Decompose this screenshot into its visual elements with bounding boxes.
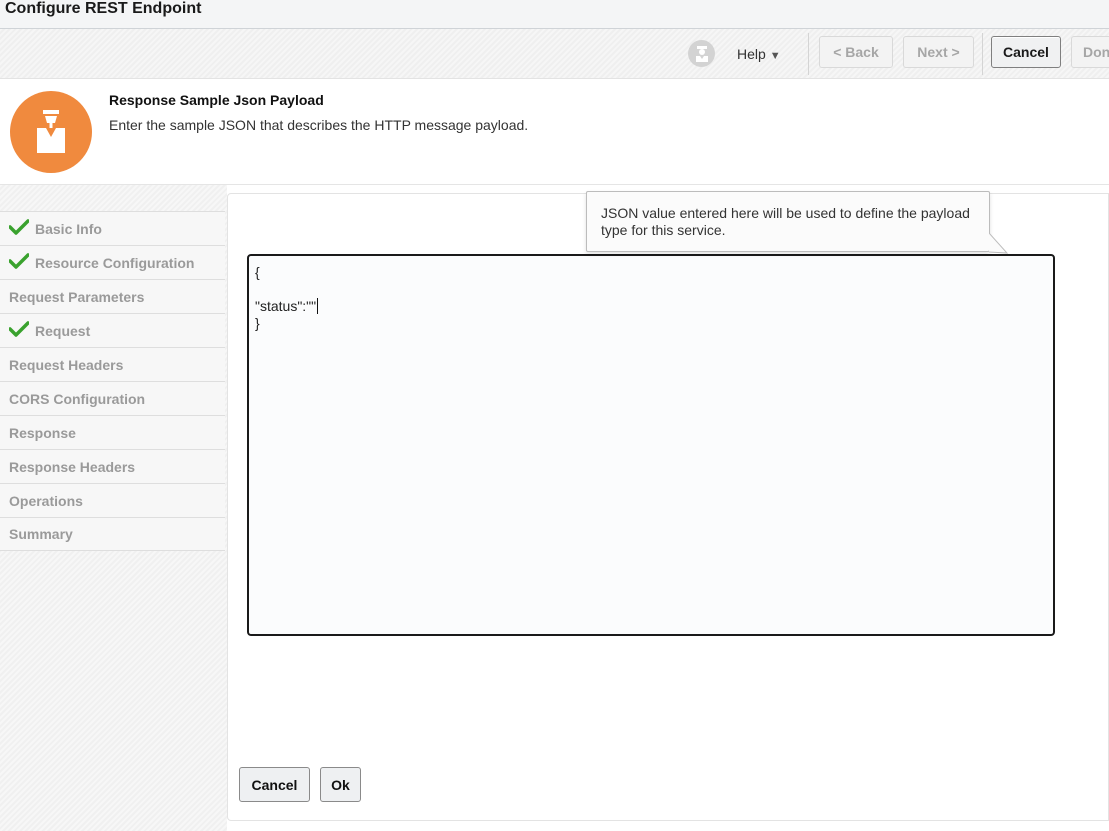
done-button[interactable]: Don — [1071, 36, 1109, 68]
toolbar-divider — [982, 33, 983, 75]
editor-line: "status":"" — [255, 298, 1047, 315]
sidebar-item-label: Basic Info — [35, 220, 102, 237]
dialog-cancel-button[interactable]: Cancel — [239, 767, 310, 802]
sidebar-item-request-headers[interactable]: Request Headers — [0, 347, 225, 381]
editor-line: { — [255, 264, 260, 280]
page-title: Response Sample Json Payload — [109, 92, 324, 108]
help-tooltip: JSON value entered here will be used to … — [586, 191, 990, 252]
json-payload-textarea[interactable]: { ​ "status":"" } — [247, 254, 1055, 636]
window-title: Configure REST Endpoint — [5, 0, 202, 17]
wizard-steps-sidebar: Basic Info Resource Configuration Reques… — [0, 211, 225, 551]
sidebar-item-label: Request — [35, 322, 91, 339]
sidebar-item-label: Request Parameters — [9, 288, 145, 305]
cancel-button[interactable]: Cancel — [991, 36, 1061, 68]
editor-line: } — [255, 315, 260, 331]
sidebar-item-response[interactable]: Response — [0, 415, 225, 449]
editor-line-text: "status":"" — [255, 298, 317, 314]
user-avatar-icon[interactable] — [688, 40, 715, 67]
sidebar-item-label: Request Headers — [9, 356, 124, 373]
text-cursor — [317, 298, 319, 314]
editor-line: ​ — [255, 281, 1047, 298]
sidebar-item-operations[interactable]: Operations — [0, 483, 225, 517]
next-button[interactable]: Next > — [903, 36, 974, 68]
sidebar-item-resource-configuration[interactable]: Resource Configuration — [0, 245, 225, 279]
sidebar-item-label: CORS Configuration — [9, 390, 146, 407]
sidebar-item-label: Resource Configuration — [35, 254, 195, 271]
sidebar-item-label: Response Headers — [9, 458, 136, 475]
tooltip-pointer — [989, 233, 1009, 254]
sidebar-item-response-headers[interactable]: Response Headers — [0, 449, 225, 483]
sidebar-item-request-parameters[interactable]: Request Parameters — [0, 279, 225, 313]
chevron-down-icon: ▼ — [769, 50, 781, 62]
sidebar-item-summary[interactable]: Summary — [0, 517, 225, 551]
sidebar-item-label: Response — [9, 424, 76, 441]
sidebar-item-cors-configuration[interactable]: CORS Configuration — [0, 381, 225, 415]
sidebar-item-label: Operations — [9, 492, 83, 509]
checkmark-icon — [8, 253, 30, 272]
rest-endpoint-icon — [10, 91, 92, 173]
help-label: Help — [737, 46, 766, 62]
sidebar-item-basic-info[interactable]: Basic Info — [0, 211, 225, 245]
checkmark-icon — [8, 321, 30, 340]
title-bar: Configure REST Endpoint — [0, 0, 1109, 29]
page-description: Enter the sample JSON that describes the… — [109, 117, 529, 133]
toolbar-divider — [808, 33, 809, 75]
toolbar: Help ▼ < Back Next > Cancel Don — [0, 29, 1109, 79]
sidebar-item-request[interactable]: Request — [0, 313, 225, 347]
checkmark-icon — [8, 219, 30, 238]
sidebar-item-label: Summary — [9, 526, 73, 542]
back-button[interactable]: < Back — [819, 36, 893, 68]
help-menu[interactable]: Help ▼ — [737, 46, 781, 62]
dialog-ok-button[interactable]: Ok — [320, 767, 361, 802]
page-header: Response Sample Json Payload Enter the s… — [0, 79, 1109, 185]
